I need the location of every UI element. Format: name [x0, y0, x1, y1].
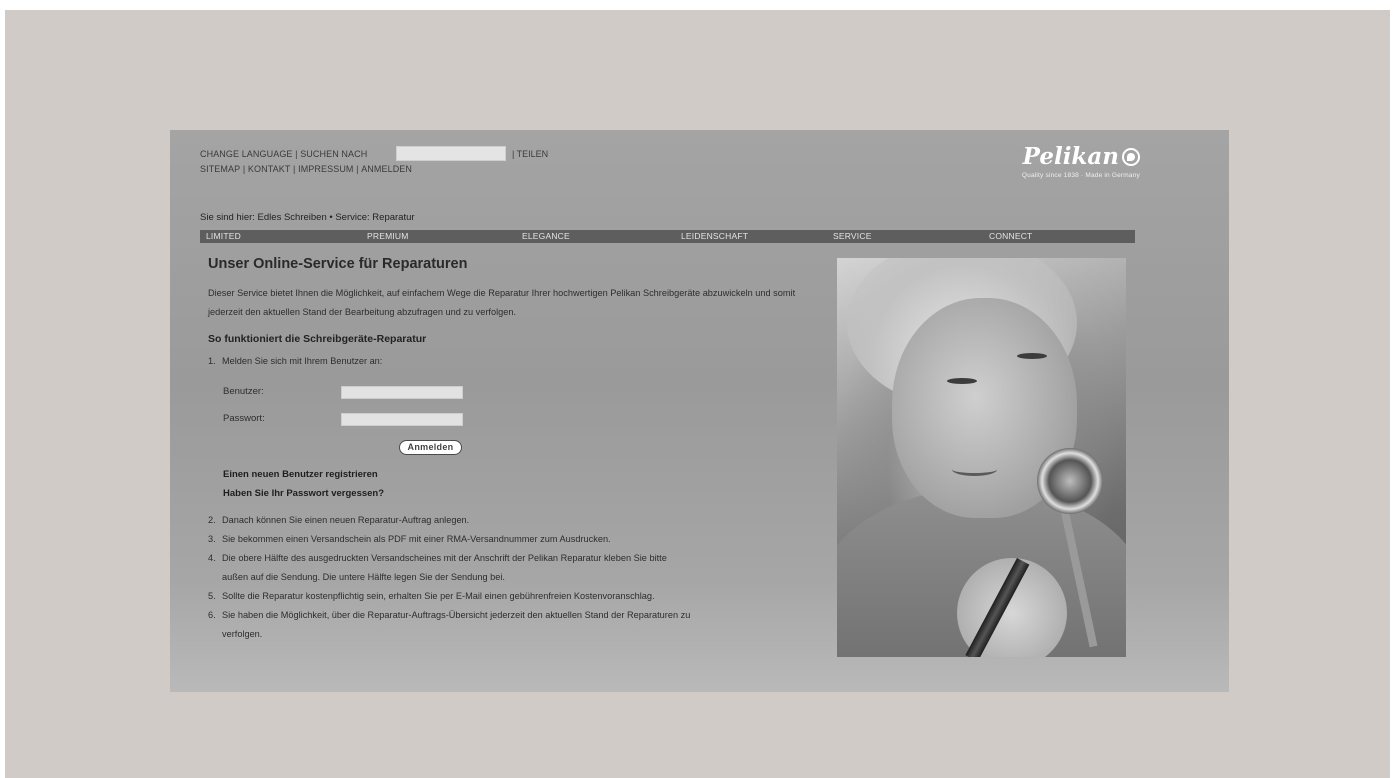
main-nav: LIMITED PREMIUM ELEGANCE LEIDENSCHAFT SE… [200, 230, 1135, 243]
step-text: Die obere Hälfte des ausgedruckten Versa… [222, 553, 667, 563]
separator: | [242, 164, 246, 174]
username-label: Benutzer: [223, 386, 264, 397]
step-text: Sie haben die Möglichkeit, über die Repa… [222, 610, 691, 620]
nav-limited[interactable]: LIMITED [206, 230, 241, 243]
separator: | [293, 164, 296, 174]
nav-connect[interactable]: CONNECT [989, 230, 1032, 243]
page-title: Unser Online-Service für Reparaturen [208, 256, 468, 272]
step-item: 1. Melden Sie sich mit Ihrem Benutzer an: [208, 352, 838, 371]
step-number: 2. [208, 515, 216, 525]
nav-elegance[interactable]: ELEGANCE [522, 230, 570, 243]
step-text: Sie bekommen einen Versandschein als PDF… [222, 534, 611, 544]
search-input[interactable] [396, 146, 506, 161]
pelikan-website: CHANGE LANGUAGE | SUCHEN NACH | TEILEN S… [170, 130, 1229, 692]
step-item: 3. Sie bekommen einen Versandschein als P… [208, 530, 838, 549]
step-item: 5. Sollte die Reparatur kostenpflichtig s… [208, 587, 838, 606]
register-link[interactable]: Einen neuen Benutzer registrieren [223, 469, 378, 480]
screenshot-frame: CHANGE LANGUAGE | SUCHEN NACH | TEILEN S… [5, 10, 1390, 778]
step-text: Melden Sie sich mit Ihrem Benutzer an: [222, 356, 383, 366]
intro-text: Dieser Service bietet Ihnen die Möglichk… [208, 288, 796, 317]
step-text-continued: außen auf die Sendung. Die untere Hälfte… [222, 572, 505, 582]
step-item: 4. Die obere Hälfte des ausgedruckten Ver… [208, 549, 838, 587]
login-button[interactable]: Anmelden [399, 440, 462, 455]
section-heading: So funktioniert die Schreibgeräte-Repara… [208, 333, 427, 345]
magnifying-loupe-icon [1037, 448, 1103, 514]
step-number: 4. [208, 553, 216, 563]
password-field[interactable] [341, 413, 463, 426]
step-item: 6. Sie haben die Möglichkeit, über die Re… [208, 606, 838, 644]
logo-wordmark: Pelikan [1022, 143, 1119, 170]
imprint-link[interactable]: IMPRESSUM [298, 164, 353, 174]
step-item: 2. Danach können Sie einen neuen Reparatu… [208, 511, 838, 530]
password-label: Passwort: [223, 413, 265, 424]
username-field[interactable] [341, 386, 463, 399]
step-text: Sollte die Reparatur kostenpflichtig sei… [222, 591, 655, 601]
change-language-link[interactable]: CHANGE LANGUAGE [200, 149, 293, 159]
nav-premium[interactable]: PREMIUM [367, 230, 409, 243]
share-link[interactable]: | TEILEN [512, 149, 548, 159]
login-link[interactable]: ANMELDEN [361, 164, 412, 174]
forgot-password-link[interactable]: Haben Sie Ihr Passwort vergessen? [223, 488, 384, 499]
contact-link[interactable]: KONTAKT [248, 164, 291, 174]
search-label: SUCHEN NACH [300, 149, 368, 159]
nav-leidenschaft[interactable]: LEIDENSCHAFT [681, 230, 748, 243]
breadcrumb: Sie sind hier: Edles Schreiben • Service… [200, 212, 415, 223]
step-number: 3. [208, 534, 216, 544]
step-text: Danach können Sie einen neuen Reparatur-… [222, 515, 470, 525]
hero-photo [837, 258, 1126, 657]
nav-service[interactable]: SERVICE [833, 230, 872, 243]
pelikan-logo[interactable]: Pelikan Quality since 1838 · Made in Ger… [965, 144, 1140, 179]
pelican-emblem-icon [1122, 148, 1140, 166]
sitemap-link[interactable]: SITEMAP [200, 164, 240, 174]
step-text-continued: verfolgen. [222, 629, 263, 639]
separator: | [356, 164, 359, 174]
step-number: 5. [208, 591, 216, 601]
logo-tagline: Quality since 1838 · Made in Germany [1021, 172, 1140, 179]
step-number: 1. [208, 356, 216, 366]
utility-nav-bottom: SITEMAP | KONTAKT | IMPRESSUM | ANMELDEN [200, 164, 412, 174]
utility-nav-top: CHANGE LANGUAGE | SUCHEN NACH [200, 149, 367, 159]
step-number: 6. [208, 610, 216, 620]
separator: | [295, 149, 298, 159]
